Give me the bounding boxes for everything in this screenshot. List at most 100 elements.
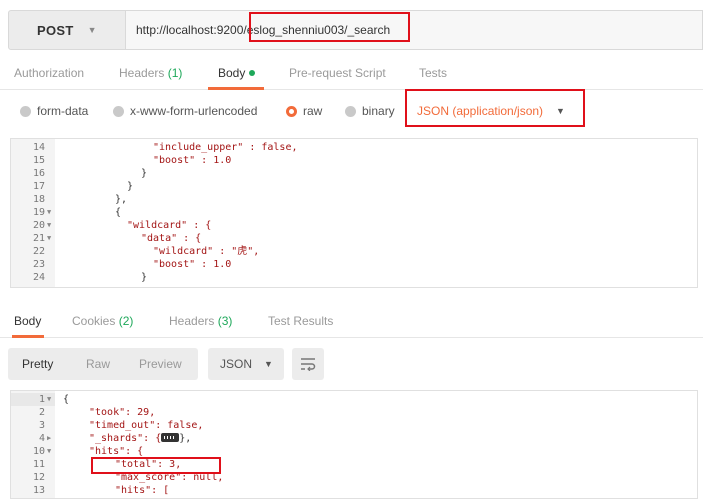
code-line: 19 ▼ { <box>11 206 697 219</box>
code-text: "_shards": {}, <box>89 433 192 444</box>
radio-label: raw <box>303 104 323 118</box>
radio-circle-icon <box>345 105 356 117</box>
code-text: } <box>141 272 148 283</box>
code-line: 15 "boost" : 1.0 <box>11 154 697 167</box>
request-tabs: Authorization Headers (1) Body Pre-reque… <box>0 58 703 90</box>
radio-raw[interactable]: raw <box>286 104 322 118</box>
line-number: 13 <box>32 485 45 496</box>
chevron-down-icon[interactable]: ▼ <box>556 106 565 116</box>
tab-response-headers[interactable]: Headers (3) <box>169 314 232 328</box>
chevron-down-icon: ▼ <box>264 359 273 369</box>
radio-x-www-form-urlencoded[interactable]: x-www-form-urlencoded <box>113 104 257 118</box>
code-line: 22 "wildcard" : "虎", <box>11 245 697 258</box>
radio-label: form-data <box>37 104 89 118</box>
tab-body[interactable]: Body <box>218 66 256 80</box>
line-number: 18 <box>32 194 45 205</box>
method-select[interactable]: POST ▼ <box>8 10 126 50</box>
view-pretty-button[interactable]: Pretty <box>22 357 53 371</box>
line-number: 19 <box>32 207 45 218</box>
tab-label: Tests <box>419 66 448 80</box>
code-line: 18}, <box>11 193 697 206</box>
radio-label: binary <box>362 104 395 118</box>
code-text: "timed_out": false, <box>89 420 204 431</box>
active-tab-indicator <box>12 335 44 338</box>
view-raw-button[interactable]: Raw <box>86 357 110 371</box>
response-tabs: Body Cookies (2) Headers (3) Test Result… <box>0 306 703 338</box>
radio-selected-icon <box>286 105 297 117</box>
radio-binary[interactable]: binary <box>345 104 395 118</box>
code-line: 10 ▼ "hits": { <box>11 445 697 458</box>
code-text: "max_score": null, <box>115 472 224 483</box>
code-text: } <box>141 168 148 179</box>
fold-toggle-icon[interactable]: ▼ <box>47 445 51 458</box>
code-text: "total": 3, <box>115 459 182 470</box>
view-preview-button[interactable]: Preview <box>139 357 182 371</box>
tab-cookies[interactable]: Cookies (2) <box>72 314 133 328</box>
tab-label: Cookies <box>72 314 116 328</box>
fold-toggle-icon[interactable]: ▼ <box>47 232 51 245</box>
postman-window: POST ▼ http://localhost:9200/eslog_shenn… <box>0 0 703 499</box>
code-text: "data" : { <box>141 233 202 244</box>
radio-circle-icon <box>113 105 124 117</box>
radio-label: x-www-form-urlencoded <box>130 104 258 118</box>
radio-form-data[interactable]: form-data <box>20 104 88 118</box>
code-line: 12 "max_score": null, <box>11 471 697 484</box>
collapsed-object-icon[interactable] <box>161 433 180 442</box>
code-text: }, <box>115 194 128 205</box>
code-text: "wildcard" : "虎", <box>153 246 260 257</box>
tab-count: (1) <box>167 66 183 80</box>
line-number: 14 <box>32 142 45 153</box>
response-body-viewer[interactable]: 1 ▼{ 2 "took": 29, 3 "timed_out": false, 4 ▶… <box>10 390 698 499</box>
code-text: "include_upper" : false, <box>153 142 298 153</box>
line-number: 12 <box>32 472 45 483</box>
request-body-editor[interactable]: 14 "include_upper" : false, 15 "boost" : 1… <box>10 138 698 288</box>
tab-response-body[interactable]: Body <box>14 314 41 328</box>
code-line: 2 "took": 29, <box>11 406 697 419</box>
code-line: 11 "total": 3, <box>11 458 697 471</box>
code-text: "boost" : 1.0 <box>153 155 232 166</box>
chevron-down-icon: ▼ <box>87 25 97 35</box>
format-label: JSON <box>220 357 253 371</box>
line-number: 3 <box>38 420 45 431</box>
active-tab-indicator <box>208 87 264 90</box>
line-number: 16 <box>32 168 45 179</box>
fold-toggle-icon[interactable]: ▼ <box>47 206 51 219</box>
code-line: 23 "boost" : 1.0 <box>11 258 697 271</box>
code-line: 13 "hits": [ <box>11 484 697 497</box>
tab-count: (2) <box>118 314 134 328</box>
code-text: "hits": [ <box>115 485 170 496</box>
wrap-icon <box>301 358 316 371</box>
request-bar: POST ▼ http://localhost:9200/eslog_shenn… <box>8 10 703 50</box>
code-line: 16} <box>11 167 697 180</box>
fold-toggle-icon[interactable]: ▶ <box>47 432 51 445</box>
content-type-select[interactable]: JSON (application/json) <box>417 104 543 118</box>
tab-label: Body <box>14 314 42 328</box>
code-text: "wildcard" : { <box>127 220 212 231</box>
tab-authorization[interactable]: Authorization <box>14 66 84 80</box>
tab-label: Test Results <box>268 314 334 328</box>
method-label: POST <box>37 22 74 38</box>
url-text: http://localhost:9200/eslog_shenniu003/_… <box>136 23 391 37</box>
url-input[interactable]: http://localhost:9200/eslog_shenniu003/_… <box>126 10 703 50</box>
view-mode-group: Pretty Raw Preview <box>8 348 198 380</box>
tab-label: Headers <box>119 66 165 80</box>
line-number: 1 <box>38 394 45 405</box>
code-line: 1 ▼ { <box>11 393 697 406</box>
code-text: { <box>115 207 122 218</box>
line-number: 2 <box>38 407 45 418</box>
code-line: 24} <box>11 271 697 284</box>
code-line: 3 "timed_out": false, <box>11 419 697 432</box>
line-number: 10 <box>32 446 45 457</box>
tab-headers[interactable]: Headers (1) <box>119 66 182 80</box>
fold-toggle-icon[interactable]: ▼ <box>47 393 51 406</box>
format-select[interactable]: JSON ▼ <box>208 348 284 380</box>
tab-pre-request-script[interactable]: Pre-request Script <box>289 66 386 80</box>
code-text: "hits": { <box>89 446 144 457</box>
tab-label: Headers <box>169 314 215 328</box>
tab-label: Authorization <box>14 66 85 80</box>
tab-test-results[interactable]: Test Results <box>268 314 333 328</box>
fold-toggle-icon[interactable]: ▼ <box>47 219 51 232</box>
tab-tests[interactable]: Tests <box>419 66 447 80</box>
wrap-lines-button[interactable] <box>292 348 324 380</box>
line-number: 21 <box>32 233 45 244</box>
